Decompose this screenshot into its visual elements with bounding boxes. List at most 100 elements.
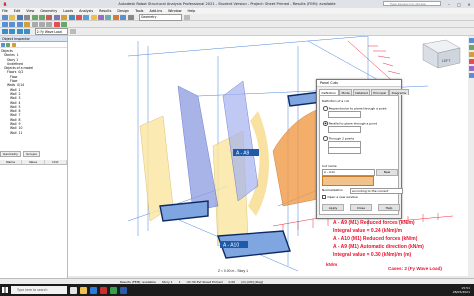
view-cube[interactable]: LEFT: [422, 39, 461, 69]
chevron-down-icon[interactable]: [69, 29, 76, 34]
tab-groups[interactable]: Groups: [23, 151, 40, 157]
pan-icon[interactable]: [9, 21, 16, 27]
redo-icon[interactable]: [38, 14, 45, 20]
windows-start-icon[interactable]: [2, 287, 8, 293]
section-icon[interactable]: [83, 14, 90, 20]
paste-icon[interactable]: [61, 14, 68, 20]
cut-list[interactable]: [322, 176, 374, 186]
new-file-icon[interactable]: [2, 14, 8, 20]
word-icon[interactable]: [120, 286, 127, 294]
radio-selected-icon[interactable]: [323, 121, 328, 126]
cut-icon[interactable]: [46, 14, 53, 20]
open-window-option[interactable]: Open a new window: [322, 195, 358, 200]
print-icon[interactable]: [24, 14, 31, 20]
taskbar-search-input[interactable]: Type here to search: [11, 286, 67, 294]
calculate-icon[interactable]: [68, 14, 75, 20]
edge-icon[interactable]: [90, 286, 97, 294]
point-field[interactable]: [328, 147, 361, 154]
menu-analysis[interactable]: Analysis: [79, 9, 93, 13]
undo-icon[interactable]: [31, 14, 38, 20]
view-select[interactable]: Geometry: [139, 13, 183, 21]
copy-icon[interactable]: [53, 14, 60, 20]
node-icon[interactable]: [9, 29, 16, 34]
cut-name-field[interactable]: A - A11: [322, 169, 375, 176]
close-button[interactable]: Close: [350, 204, 372, 211]
option-two-points[interactable]: Through 2 points: [323, 136, 354, 141]
supports-icon[interactable]: [105, 14, 112, 20]
stop-icon[interactable]: [75, 14, 82, 20]
status-units[interactable]: (m) [kN] [Deg]: [241, 280, 263, 284]
menu-addins[interactable]: Add-Ins: [149, 9, 162, 13]
layers-icon[interactable]: [127, 14, 134, 20]
model-view-svg[interactable]: A - A9 A - A10 LEFT Z = 0.00 m - Story 1…: [68, 36, 468, 276]
option-parallel[interactable]: Parallel to plane through a point: [323, 121, 377, 126]
case-select[interactable]: 2: Fy Wave Load: [34, 28, 68, 35]
filter-icon[interactable]: [1, 42, 5, 47]
menu-file[interactable]: File: [2, 9, 8, 13]
structure-viewport[interactable]: A - A9 A - A10 LEFT Z = 0.00 m - Story 1…: [68, 36, 468, 276]
apply-button[interactable]: Apply: [322, 204, 344, 211]
menu-window[interactable]: Window: [168, 9, 181, 13]
checkbox-icon[interactable]: [322, 195, 327, 200]
status-story[interactable]: Story 1: [162, 280, 173, 284]
expand-icon[interactable]: [6, 42, 11, 47]
normalization-select[interactable]: according to the current: [350, 187, 403, 194]
title-bar: R Autodesk Robot Structural Analysis Pro…: [0, 0, 474, 8]
point-field[interactable]: [328, 111, 361, 118]
tool-icon[interactable]: [468, 66, 474, 71]
display-icon[interactable]: [53, 21, 60, 27]
object-tree[interactable]: Objects Stories 1 Story 1 Undefined Objects o…: [0, 48, 67, 150]
point-field[interactable]: [328, 126, 361, 133]
tool-icon[interactable]: [468, 52, 474, 57]
help-button[interactable]: Help: [378, 204, 400, 211]
bar-icon[interactable]: [16, 29, 23, 34]
panel-icon[interactable]: [24, 29, 31, 34]
minimize-icon[interactable]: –: [444, 0, 454, 8]
mesh-icon[interactable]: [120, 14, 127, 20]
app-logo-icon[interactable]: R: [0, 0, 10, 8]
tool-icon[interactable]: [468, 59, 474, 64]
menu-help[interactable]: Help: [188, 9, 196, 13]
filter-icon[interactable]: [61, 21, 68, 27]
excel-icon[interactable]: [110, 286, 117, 294]
file-explorer-icon[interactable]: [80, 286, 87, 294]
menu-view[interactable]: View: [26, 9, 34, 13]
menu-results[interactable]: Results: [99, 9, 111, 13]
materials-icon[interactable]: [98, 14, 105, 20]
collapse-icon[interactable]: [11, 42, 16, 47]
menu-loads[interactable]: Loads: [63, 9, 73, 13]
open-file-icon[interactable]: [9, 14, 16, 20]
view-3d-icon[interactable]: [24, 21, 31, 27]
task-view-icon[interactable]: [70, 286, 77, 294]
menu-design[interactable]: Design: [117, 9, 129, 13]
rotate-icon[interactable]: [16, 21, 23, 27]
view-xy-icon[interactable]: [31, 21, 38, 27]
tool-icon[interactable]: [468, 45, 474, 50]
view-xz-icon[interactable]: [38, 21, 45, 27]
properties-grid[interactable]: [0, 165, 67, 285]
loads-icon[interactable]: [112, 14, 119, 20]
view-yz-icon[interactable]: [46, 21, 53, 27]
tree-item[interactable]: Wall 11: [0, 131, 67, 135]
column-unit: Unit: [45, 160, 67, 164]
tool-icon[interactable]: [468, 38, 474, 43]
menu-geometry[interactable]: Geometry: [40, 9, 57, 13]
maximize-icon[interactable]: □: [454, 0, 464, 8]
menu-edit[interactable]: Edit: [14, 9, 21, 13]
radio-icon[interactable]: [323, 136, 328, 141]
new-button[interactable]: New: [376, 168, 398, 176]
system-clock[interactable]: 15:51 28/05/2021: [453, 286, 474, 294]
zoom-icon[interactable]: [2, 21, 8, 27]
close-icon[interactable]: ✕: [464, 0, 474, 8]
menu-tools[interactable]: Tools: [135, 9, 143, 13]
robot-app-icon[interactable]: [100, 286, 107, 294]
save-icon[interactable]: [16, 14, 23, 20]
radio-icon[interactable]: [323, 106, 328, 111]
properties-icon[interactable]: [90, 14, 97, 20]
tool-icon[interactable]: [468, 73, 474, 78]
option-perpendicular[interactable]: Perpendicular to plane through a point: [323, 106, 387, 111]
select-icon[interactable]: [2, 29, 8, 34]
help-search-input[interactable]: Type keyword or phrase: [383, 1, 441, 6]
tab-geometry[interactable]: Geometry: [0, 151, 21, 157]
chevron-down-icon[interactable]: [184, 14, 191, 20]
